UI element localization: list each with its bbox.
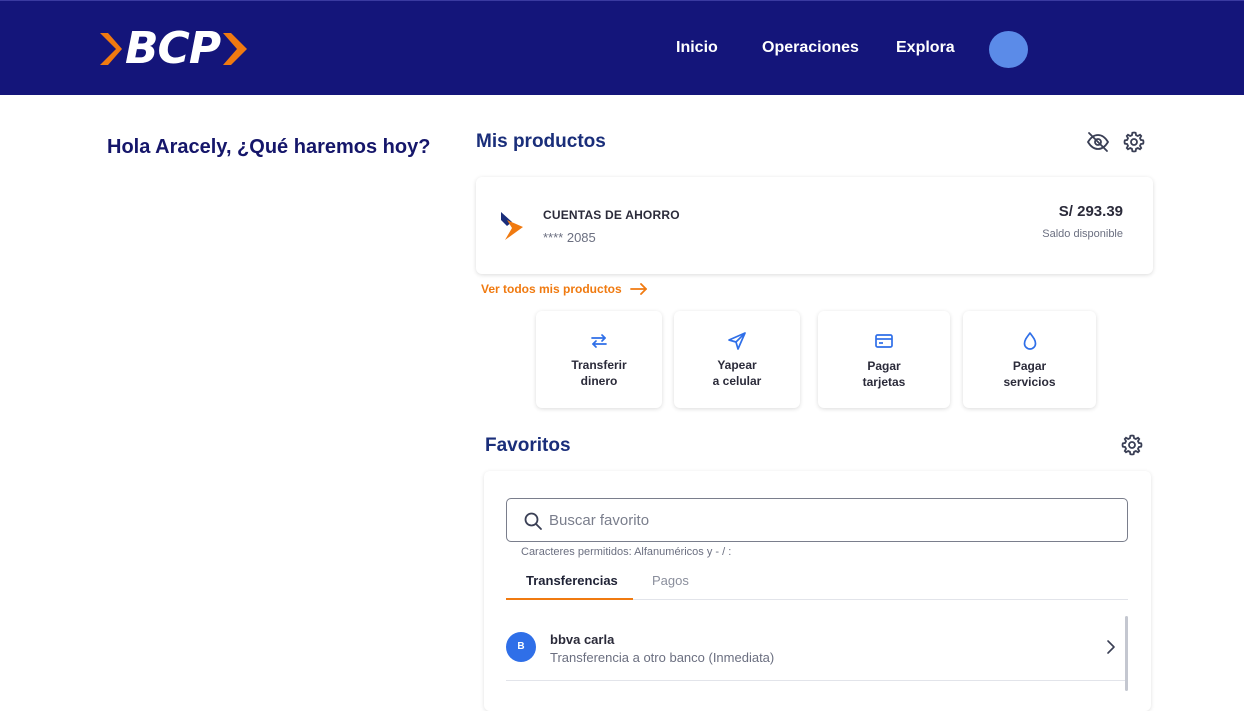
transfer-icon bbox=[591, 334, 607, 348]
drop-icon bbox=[1023, 332, 1036, 350]
favorites-scrollbar[interactable] bbox=[1125, 616, 1128, 691]
account-logo-icon bbox=[501, 212, 523, 240]
chevron-right-icon bbox=[1107, 640, 1115, 654]
pay-cards-label-line1: Pagar bbox=[867, 359, 901, 373]
favorite-item[interactable]: B bbva carla Transferencia a otro banco … bbox=[506, 615, 1126, 681]
favorite-name: bbva carla bbox=[550, 632, 615, 647]
favorites-search-box[interactable] bbox=[506, 498, 1128, 542]
pay-services-label-line1: Pagar bbox=[1012, 359, 1047, 373]
pay-services-label-line2: servicios bbox=[1003, 375, 1056, 389]
see-all-products-link[interactable]: Ver todos mis productos bbox=[481, 282, 648, 296]
row-divider bbox=[506, 680, 1126, 681]
search-hint-text: Caracteres permitidos: Alfanuméricos y -… bbox=[521, 546, 732, 558]
logo-right-chevron-icon bbox=[223, 33, 248, 65]
yapear-label-line2: a celular bbox=[712, 374, 762, 388]
favorites-card: Caracteres permitidos: Alfanuméricos y -… bbox=[484, 471, 1151, 711]
products-settings-gear-icon[interactable] bbox=[1122, 130, 1146, 154]
savings-account-card[interactable]: CUENTAS DE AHORRO **** 2085 S/ 293.39 Sa… bbox=[476, 177, 1153, 274]
tab-pagos[interactable]: Pagos bbox=[652, 573, 689, 588]
account-balance: S/ 293.39 bbox=[1058, 203, 1123, 220]
pay-cards-label: Pagar tarjetas bbox=[818, 358, 950, 390]
pay-cards-button[interactable]: Pagar tarjetas bbox=[818, 311, 950, 408]
search-icon bbox=[524, 512, 542, 530]
pay-services-label: Pagar servicios bbox=[963, 358, 1096, 390]
account-balance-label: Saldo disponible bbox=[1042, 228, 1123, 240]
nav-operaciones[interactable]: Operaciones bbox=[762, 39, 859, 57]
card-icon bbox=[875, 334, 893, 348]
yapear-button[interactable]: Yapear a celular bbox=[674, 311, 800, 408]
transfer-money-label: Transferir dinero bbox=[536, 357, 662, 389]
favorites-title: Favoritos bbox=[485, 435, 571, 456]
favorites-search-input[interactable] bbox=[549, 509, 1109, 531]
send-icon bbox=[728, 332, 746, 350]
account-name: CUENTAS DE AHORRO bbox=[543, 208, 680, 222]
pay-cards-label-line2: tarjetas bbox=[862, 375, 906, 389]
see-all-products-label: Ver todos mis productos bbox=[481, 282, 622, 296]
pay-services-button[interactable]: Pagar servicios bbox=[963, 311, 1096, 408]
arrow-right-icon bbox=[629, 283, 647, 295]
eye-off-icon[interactable] bbox=[1086, 130, 1110, 154]
transfer-label-line1: Transferir bbox=[571, 358, 627, 372]
yapear-label-line1: Yapear bbox=[717, 358, 757, 372]
active-tab-indicator bbox=[506, 598, 633, 600]
logo-text: BCP bbox=[125, 23, 221, 74]
transfer-label-line2: dinero bbox=[580, 374, 618, 388]
bcp-logo[interactable]: BCP bbox=[96, 23, 249, 74]
top-navigation-bar: BCP Inicio Operaciones Explora bbox=[0, 0, 1244, 95]
user-avatar[interactable] bbox=[989, 31, 1028, 68]
favorite-avatar: B bbox=[506, 632, 536, 662]
account-number: **** 2085 bbox=[543, 230, 596, 245]
greeting-text: Hola Aracely, ¿Qué haremos hoy? bbox=[107, 136, 431, 158]
logo-left-chevron-icon bbox=[100, 33, 122, 65]
products-title: Mis productos bbox=[476, 131, 606, 152]
nav-inicio[interactable]: Inicio bbox=[676, 39, 718, 57]
transfer-money-button[interactable]: Transferir dinero bbox=[536, 311, 662, 408]
favorite-description: Transferencia a otro banco (Inmediata) bbox=[550, 650, 775, 665]
favorites-settings-gear-icon[interactable] bbox=[1120, 433, 1144, 457]
nav-explora[interactable]: Explora bbox=[896, 39, 955, 57]
yapear-label: Yapear a celular bbox=[674, 357, 800, 389]
tab-transferencias[interactable]: Transferencias bbox=[526, 573, 618, 588]
